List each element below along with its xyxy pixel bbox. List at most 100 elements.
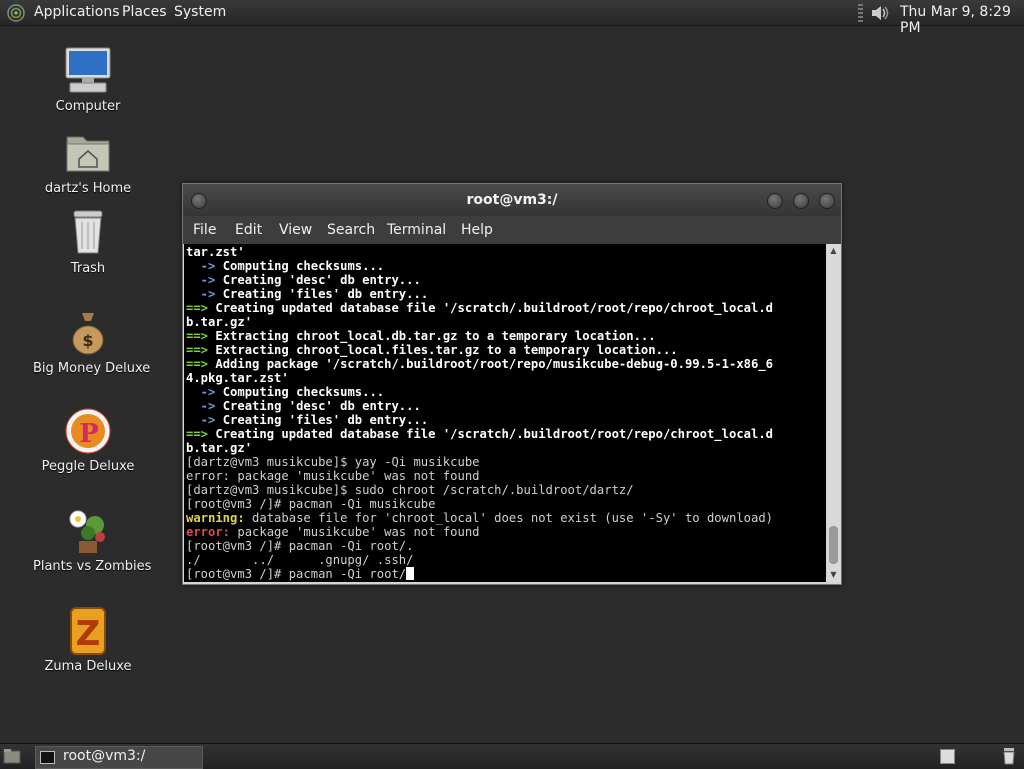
line-text: b.tar.gz' (186, 441, 253, 455)
bottom-panel: root@vm3:/ (0, 743, 1024, 769)
menu-applications[interactable]: Applications (34, 4, 120, 20)
desktop-icon-plants-vs-zombies[interactable]: Plants vs Zombies (33, 505, 152, 574)
terminal-window[interactable]: root@vm3:/ File Edit View Search Termina… (182, 183, 842, 585)
window-titlebar[interactable]: root@vm3:/ (183, 184, 841, 216)
line-arrow: ==> (186, 329, 209, 343)
line-text: [root@vm3 /]# pacman -Qi root/ (186, 567, 407, 581)
desktop-icon-label: Plants vs Zombies (33, 559, 152, 574)
menu-help[interactable]: Help (461, 222, 493, 238)
desktop-icon-label: Big Money Deluxe (33, 361, 151, 376)
menu-edit[interactable]: Edit (235, 222, 262, 238)
line-text: Creating 'files' db entry... (222, 413, 429, 427)
terminal-output[interactable]: tar.zst' -> Computing checksums... -> Cr… (184, 244, 826, 582)
menu-file[interactable]: File (193, 222, 216, 238)
menu-places[interactable]: Places (122, 4, 167, 20)
line-arrow: ==> (186, 357, 209, 371)
line-text: database file for 'chroot_local' does no… (244, 511, 774, 525)
terminal-line: ./ ../ .gnupg/ .ssh/ (186, 553, 773, 567)
clock[interactable]: Thu Mar 9, 8:29 PM (900, 4, 1024, 36)
terminal-line: -> Creating 'files' db entry... (186, 287, 773, 301)
line-arrow: -> (186, 385, 216, 399)
top-panel: Applications Places System Thu Mar 9, 8:… (0, 0, 1024, 36)
trash-icon (73, 210, 103, 254)
close-button[interactable] (819, 193, 835, 209)
terminal-line: ==> Creating updated database file '/scr… (186, 301, 773, 315)
line-arrow: -> (186, 399, 216, 413)
plants-vs-zombies-icon (69, 510, 105, 553)
svg-text:$: $ (82, 331, 93, 350)
computer-icon (65, 47, 111, 93)
line-text: Creating updated database file '/scratch… (215, 427, 774, 441)
trash-icon[interactable] (1002, 747, 1016, 765)
menu-terminal[interactable]: Terminal (387, 222, 446, 238)
line-arrow: -> (186, 287, 216, 301)
menu-search[interactable]: Search (327, 222, 375, 238)
line-text: Creating 'desc' db entry... (222, 399, 421, 413)
line-prefix: warning: (186, 511, 245, 525)
line-text: [root@vm3 /]# pacman -Qi root/. (186, 539, 414, 553)
terminal-line: -> Creating 'files' db entry... (186, 413, 773, 427)
terminal-line: -> Creating 'desc' db entry... (186, 273, 773, 287)
desktop-icon-zuma[interactable]: Z Zuma Deluxe (33, 605, 143, 674)
line-arrow: ==> (186, 427, 209, 441)
line-text: [dartz@vm3 musikcube]$ sudo chroot /scra… (186, 483, 634, 497)
line-text: Extracting chroot_local.files.tar.gz to … (215, 343, 678, 357)
terminal-line: [root@vm3 /]# pacman -Qi root/. (186, 539, 773, 553)
menu-view[interactable]: View (279, 222, 312, 238)
line-text: Creating 'files' db entry... (222, 287, 429, 301)
line-arrow: -> (186, 413, 216, 427)
terminal-line: -> Creating 'desc' db entry... (186, 399, 773, 413)
scrollbar-thumb[interactable] (829, 526, 838, 564)
terminal-scrollbar[interactable]: ▲ ▼ (827, 244, 840, 582)
main-menu-logo-icon[interactable] (6, 3, 26, 23)
terminal-line: ==> Creating updated database file '/scr… (186, 427, 773, 441)
peggle-icon: P (65, 408, 111, 454)
workspace-switcher-icon[interactable] (940, 749, 955, 764)
menu-system[interactable]: System (174, 4, 226, 20)
scroll-down-arrow-icon[interactable]: ▼ (829, 570, 838, 579)
line-arrow: ==> (186, 301, 209, 315)
desktop-icon-big-money[interactable]: $ Big Money Deluxe (33, 307, 151, 376)
scroll-up-arrow-icon[interactable]: ▲ (829, 246, 838, 255)
line-text: Computing checksums... (222, 259, 385, 273)
terminal-line: tar.zst' (186, 245, 773, 259)
terminal-line: [root@vm3 /]# pacman -Qi musikcube (186, 497, 773, 511)
terminal-line: ==> Extracting chroot_local.db.tar.gz to… (186, 329, 773, 343)
terminal-line: [root@vm3 /]# pacman -Qi root/ (186, 567, 773, 581)
show-desktop-icon[interactable] (3, 748, 21, 764)
line-arrow: ==> (186, 343, 209, 357)
taskbar-button-terminal[interactable]: root@vm3:/ (35, 746, 203, 769)
line-text: tar.zst' (186, 245, 245, 259)
terminal-lines: tar.zst' -> Computing checksums... -> Cr… (186, 245, 773, 581)
maximize-button[interactable] (793, 193, 809, 209)
terminal-line: 4.pkg.tar.zst' (186, 371, 773, 385)
line-text: error: package 'musikcube' was not found (186, 469, 480, 483)
window-title: root@vm3:/ (466, 192, 558, 208)
terminal-line: [dartz@vm3 musikcube]$ sudo chroot /scra… (186, 483, 773, 497)
terminal-line: error: package 'musikcube' was not found (186, 525, 773, 539)
svg-text:P: P (79, 419, 99, 449)
terminal-menubar: File Edit View Search Terminal Help (183, 216, 841, 244)
panel-grip-handle[interactable] (858, 4, 863, 22)
money-bag-icon: $ (72, 313, 104, 355)
desktop-icon-label: Zuma Deluxe (44, 659, 132, 674)
terminal-line: b.tar.gz' (186, 441, 773, 455)
desktop-icon-label: dartz's Home (44, 181, 132, 196)
desktop-icon-computer[interactable]: Computer (33, 45, 143, 114)
minimize-button[interactable] (767, 193, 783, 209)
taskbar-button-label: root@vm3:/ (63, 748, 146, 764)
line-text: Computing checksums... (222, 385, 385, 399)
line-text: Creating 'desc' db entry... (222, 273, 421, 287)
line-arrow: -> (186, 259, 216, 273)
zuma-icon: Z (70, 607, 106, 655)
line-text: 4.pkg.tar.zst' (186, 371, 289, 385)
terminal-icon (40, 751, 55, 764)
terminal-line: ==> Adding package '/scratch/.buildroot/… (186, 357, 773, 371)
svg-text:Z: Z (76, 614, 101, 654)
desktop-icon-home[interactable]: dartz's Home (33, 127, 143, 196)
volume-icon[interactable] (868, 2, 890, 24)
desktop-icon-trash[interactable]: Trash (33, 207, 143, 276)
terminal-line: -> Computing checksums... (186, 385, 773, 399)
desktop-icon-peggle[interactable]: P Peggle Deluxe (33, 405, 143, 474)
line-text: package 'musikcube' was not found (230, 525, 480, 539)
